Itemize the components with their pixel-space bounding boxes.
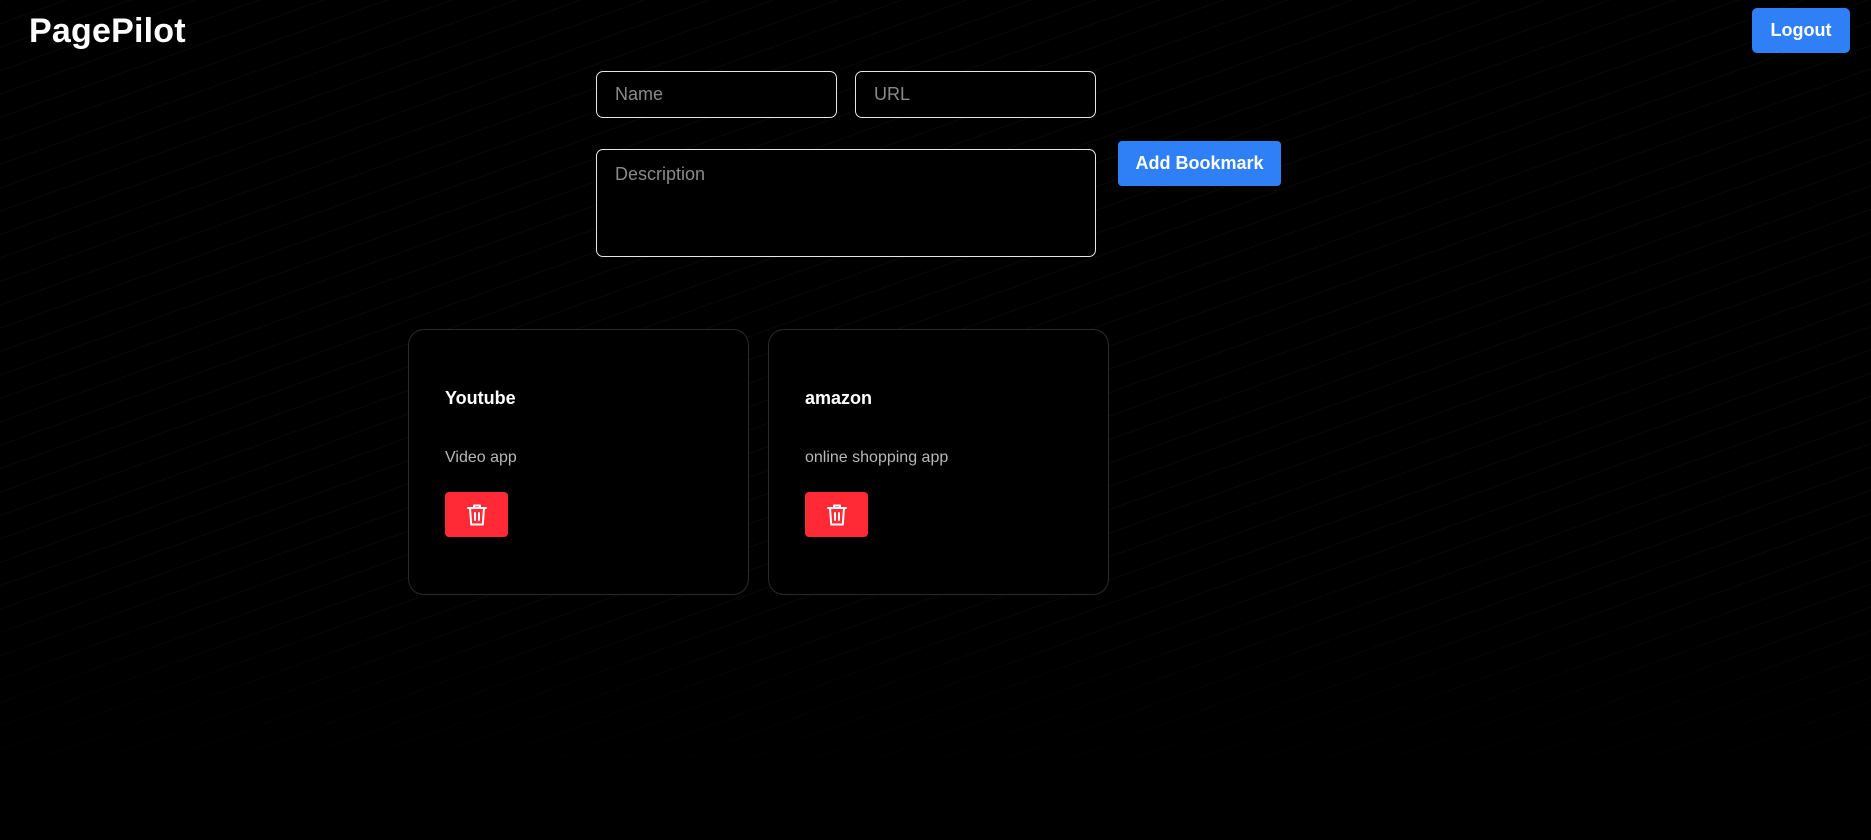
bookmark-title: amazon <box>805 388 873 408</box>
bookmark-description: Video app <box>445 449 517 466</box>
bookmark-card: Youtube Video app <box>408 329 749 595</box>
add-bookmark-button[interactable]: Add Bookmark <box>1118 141 1281 186</box>
url-input[interactable] <box>855 71 1096 118</box>
delete-bookmark-button[interactable] <box>805 492 868 537</box>
trash-icon <box>826 503 848 527</box>
page: PagePilot Logout Add Bookmark Youtube Vi… <box>0 0 1871 840</box>
bookmark-card: amazon online shopping app <box>768 329 1109 595</box>
bookmark-title: Youtube <box>445 388 516 408</box>
trash-icon <box>466 503 488 527</box>
description-input[interactable] <box>596 149 1096 257</box>
logout-button[interactable]: Logout <box>1752 8 1850 53</box>
bookmark-description: online shopping app <box>805 449 949 466</box>
delete-bookmark-button[interactable] <box>445 492 508 537</box>
brand-logo: PagePilot <box>29 12 186 50</box>
name-input[interactable] <box>596 71 837 118</box>
